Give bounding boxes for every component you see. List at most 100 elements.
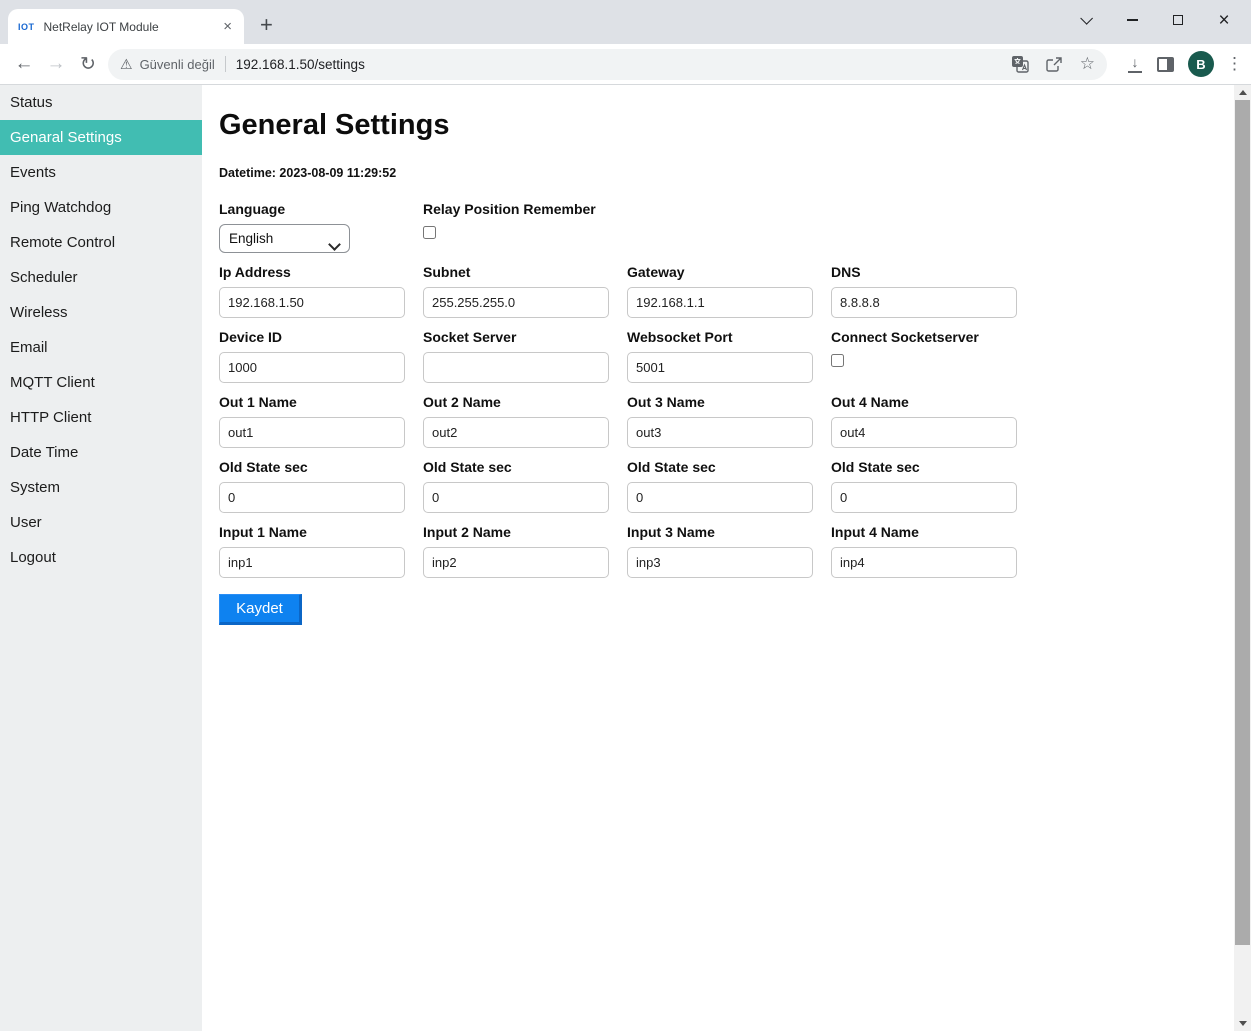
device-id-label: Device ID	[219, 329, 423, 345]
old-state2-label: Old State sec	[423, 459, 627, 475]
sidebar-item-remote-control[interactable]: Remote Control	[0, 225, 202, 260]
sidebar-item-system[interactable]: System	[0, 470, 202, 505]
tab-title: NetRelay IOT Module	[44, 20, 220, 34]
sidebar-item-logout[interactable]: Logout	[0, 540, 202, 575]
ip-address-input[interactable]	[219, 287, 405, 318]
input4-name-input[interactable]	[831, 547, 1017, 578]
sidebar-item-email[interactable]: Email	[0, 330, 202, 365]
socket-server-label: Socket Server	[423, 329, 627, 345]
translate-icon[interactable]	[1011, 55, 1029, 73]
sidebar-item-date-time[interactable]: Date Time	[0, 435, 202, 470]
side-panel-button[interactable]	[1157, 57, 1174, 72]
out3-name-label: Out 3 Name	[627, 394, 831, 410]
language-field: Language English	[219, 201, 423, 253]
relay-remember-checkbox[interactable]	[423, 226, 436, 239]
bookmark-star-icon[interactable]: ☆	[1080, 54, 1095, 74]
old-state2-input[interactable]	[423, 482, 609, 513]
sidebar-item-status[interactable]: Status	[0, 85, 202, 120]
device-id-field: Device ID	[219, 329, 423, 383]
out3-name-input[interactable]	[627, 417, 813, 448]
general-settings-form: Language English Relay Position Remember…	[219, 201, 1221, 625]
datetime-text: Datetime: 2023-08-09 11:29:52	[219, 166, 1221, 180]
connect-socketserver-field: Connect Socketserver	[831, 329, 1035, 383]
url-text[interactable]: 192.168.1.50/settings	[236, 57, 365, 72]
ip-address-label: Ip Address	[219, 264, 423, 280]
maximize-button[interactable]	[1155, 0, 1201, 40]
out2-name-field: Out 2 Name	[423, 394, 627, 448]
downloads-button[interactable]: ↓	[1127, 56, 1143, 73]
minimize-button[interactable]	[1109, 0, 1155, 40]
app-body: Status Genaral Settings Events Ping Watc…	[0, 85, 1251, 1031]
browser-titlebar: IOT NetRelay IOT Module × + ×	[0, 0, 1251, 44]
old-state3-input[interactable]	[627, 482, 813, 513]
input2-name-label: Input 2 Name	[423, 524, 627, 540]
browser-menu-kebab-icon[interactable]: ⋮	[1226, 54, 1243, 74]
dns-label: DNS	[831, 264, 1035, 280]
chevron-down-icon	[1080, 12, 1093, 25]
sidebar-item-events[interactable]: Events	[0, 155, 202, 190]
old-state1-label: Old State sec	[219, 459, 423, 475]
sidebar-item-http-client[interactable]: HTTP Client	[0, 400, 202, 435]
save-button[interactable]: Kaydet	[219, 594, 302, 625]
input1-name-label: Input 1 Name	[219, 524, 423, 540]
connect-socketserver-checkbox[interactable]	[831, 354, 844, 367]
old-state1-input[interactable]	[219, 482, 405, 513]
old-state3-label: Old State sec	[627, 459, 831, 475]
sidebar-item-ping-watchdog[interactable]: Ping Watchdog	[0, 190, 202, 225]
address-bar[interactable]: ⚠ Güvenli değil 192.168.1.50/settings ☆	[108, 49, 1107, 80]
forward-button[interactable]: →	[40, 53, 72, 75]
old-state3-field: Old State sec	[627, 459, 831, 513]
not-secure-warning-icon[interactable]: ⚠	[120, 56, 133, 73]
sidebar-nav: Status Genaral Settings Events Ping Watc…	[0, 85, 202, 1031]
share-icon[interactable]	[1045, 56, 1064, 73]
scroll-up-icon[interactable]	[1234, 85, 1251, 100]
gateway-input[interactable]	[627, 287, 813, 318]
out1-name-label: Out 1 Name	[219, 394, 423, 410]
reload-button[interactable]: ↻	[72, 53, 104, 76]
out3-name-field: Out 3 Name	[627, 394, 831, 448]
sidebar-item-user[interactable]: User	[0, 505, 202, 540]
back-button[interactable]: ←	[8, 53, 40, 75]
input2-name-input[interactable]	[423, 547, 609, 578]
minimize-icon	[1127, 19, 1138, 21]
old-state4-field: Old State sec	[831, 459, 1035, 513]
security-status-label[interactable]: Güvenli değil	[140, 57, 215, 72]
old-state4-input[interactable]	[831, 482, 1017, 513]
subnet-input[interactable]	[423, 287, 609, 318]
relay-remember-label: Relay Position Remember	[423, 201, 627, 217]
maximize-icon	[1173, 15, 1183, 25]
side-panel-icon	[1157, 57, 1174, 72]
language-label: Language	[219, 201, 423, 217]
input3-name-label: Input 3 Name	[627, 524, 831, 540]
relay-remember-field: Relay Position Remember	[423, 201, 627, 253]
download-icon: ↓	[1127, 56, 1143, 73]
input3-name-input[interactable]	[627, 547, 813, 578]
sidebar-item-wireless[interactable]: Wireless	[0, 295, 202, 330]
tab-search-chevron-icon[interactable]	[1061, 0, 1107, 40]
websocket-port-input[interactable]	[627, 352, 813, 383]
new-tab-button[interactable]: +	[260, 14, 273, 36]
language-select[interactable]: English	[219, 224, 350, 253]
old-state1-field: Old State sec	[219, 459, 423, 513]
device-id-input[interactable]	[219, 352, 405, 383]
page-scrollbar[interactable]	[1234, 85, 1251, 1031]
out1-name-input[interactable]	[219, 417, 405, 448]
scrollbar-thumb[interactable]	[1235, 100, 1250, 945]
subnet-label: Subnet	[423, 264, 627, 280]
browser-tab[interactable]: IOT NetRelay IOT Module ×	[8, 9, 244, 44]
omnibox-divider	[225, 56, 226, 72]
close-icon: ×	[1218, 11, 1229, 30]
socket-server-input[interactable]	[423, 352, 609, 383]
dns-input[interactable]	[831, 287, 1017, 318]
scroll-down-icon[interactable]	[1234, 1016, 1251, 1031]
input1-name-input[interactable]	[219, 547, 405, 578]
profile-avatar[interactable]: B	[1188, 51, 1214, 77]
sidebar-item-mqtt-client[interactable]: MQTT Client	[0, 365, 202, 400]
close-window-button[interactable]: ×	[1201, 0, 1247, 40]
out2-name-input[interactable]	[423, 417, 609, 448]
browser-toolbar: ← → ↻ ⚠ Güvenli değil 192.168.1.50/setti…	[0, 44, 1251, 85]
sidebar-item-scheduler[interactable]: Scheduler	[0, 260, 202, 295]
sidebar-item-general-settings[interactable]: Genaral Settings	[0, 120, 202, 155]
out4-name-input[interactable]	[831, 417, 1017, 448]
tab-close-icon[interactable]: ×	[219, 18, 236, 35]
